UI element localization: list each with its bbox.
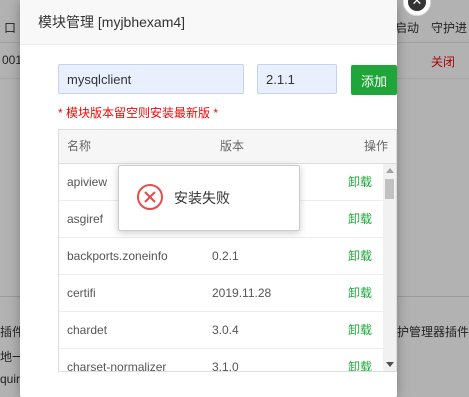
module-version: 0.2.1: [212, 249, 239, 263]
uninstall-link[interactable]: 卸载: [348, 238, 372, 274]
module-manager-dialog: 模块管理 [myjbhexam4] 添加 * 模块版本留空则安装最新版 * 名称…: [20, 0, 431, 397]
module-name: chardet: [67, 323, 108, 337]
module-name: charset-normalizer: [67, 360, 167, 372]
scroll-thumb[interactable]: [385, 179, 394, 199]
module-name: certifi: [67, 286, 96, 300]
module-version-input[interactable]: [257, 64, 337, 94]
table-row: certifi 2019.11.28 卸载: [59, 275, 383, 312]
table-row: backports.zoneinfo 0.2.1 卸载: [59, 238, 383, 275]
close-icon: ✕: [408, 0, 426, 11]
uninstall-link[interactable]: 卸载: [348, 349, 372, 371]
uninstall-link[interactable]: 卸载: [348, 164, 372, 200]
module-version: 3.1.0: [212, 360, 239, 372]
error-circle-icon: [137, 184, 163, 210]
table-scrollbar[interactable]: [383, 164, 396, 371]
module-version: 2019.11.28: [212, 286, 272, 300]
column-header-name: 名称: [67, 139, 92, 153]
module-name: backports.zoneinfo: [67, 249, 168, 263]
version-tip: * 模块版本留空则安装最新版 *: [58, 106, 219, 120]
table-row: charset-normalizer 3.1.0 卸载: [59, 349, 383, 372]
table-row: chardet 3.0.4 卸载: [59, 312, 383, 349]
module-name: apiview: [67, 175, 108, 189]
uninstall-link[interactable]: 卸载: [348, 201, 372, 237]
toast-message: 安装失败: [174, 190, 230, 206]
dialog-title: 模块管理 [myjbhexam4]: [38, 14, 186, 30]
uninstall-link[interactable]: 卸载: [348, 275, 372, 311]
table-header: 名称 版本 操作: [59, 130, 396, 164]
scroll-down-arrow-icon[interactable]: [386, 362, 394, 367]
error-toast: 安装失败: [118, 165, 300, 231]
module-name: asgiref: [67, 212, 104, 226]
column-header-action: 操作: [363, 139, 388, 153]
module-version: 3.0.4: [212, 323, 239, 337]
dialog-titlebar: 模块管理 [myjbhexam4]: [20, 0, 397, 45]
module-name-input[interactable]: [58, 64, 244, 94]
column-header-version: 版本: [220, 139, 245, 153]
scroll-up-arrow-icon[interactable]: [386, 168, 394, 173]
add-module-button[interactable]: 添加: [351, 65, 397, 95]
uninstall-link[interactable]: 卸载: [348, 312, 372, 348]
